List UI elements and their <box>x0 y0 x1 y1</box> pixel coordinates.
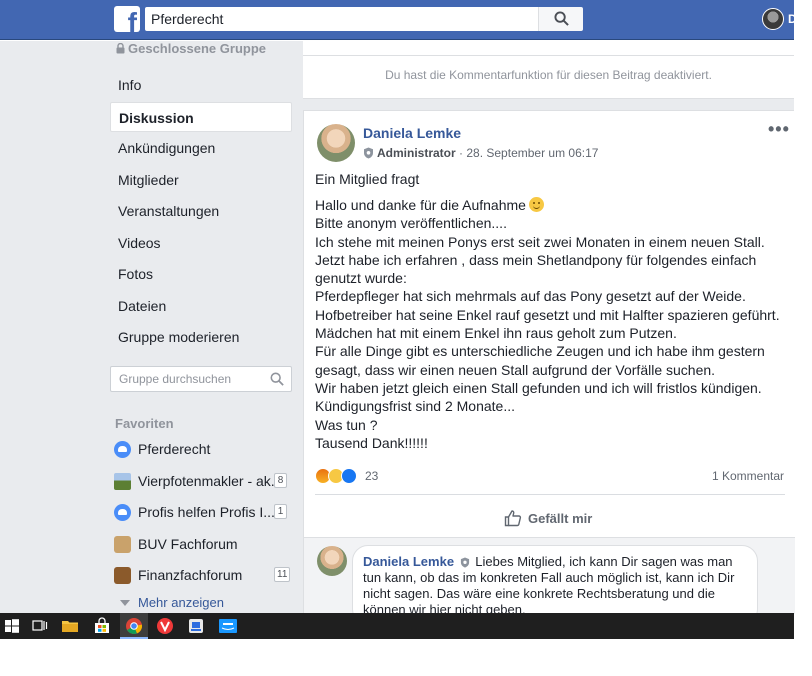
chrome-icon <box>126 618 143 634</box>
admin-shield-icon <box>364 147 373 159</box>
smiley-emoji-icon <box>528 197 544 212</box>
comment-count-link[interactable]: 1 Kommentar <box>712 469 784 483</box>
group-icon <box>114 504 131 521</box>
search-icon[interactable] <box>270 372 284 386</box>
divider <box>303 55 794 56</box>
post-timestamp[interactable]: · 28. September um 06:17 <box>459 146 598 160</box>
thumbs-up-icon <box>504 510 522 527</box>
post-card: Daniela Lemke Administrator · 28. Septem… <box>303 110 795 625</box>
prime-video-icon[interactable] <box>218 616 238 636</box>
comment-author-name[interactable]: Daniela Lemke <box>363 554 454 569</box>
post-line: Hallo und danke für die Aufnahme <box>315 196 785 214</box>
facebook-logo-icon[interactable]: f <box>114 6 140 32</box>
comments-section: Daniela Lemke Liebes Mitglied, ich kann … <box>304 537 795 625</box>
author-role: Administrator <box>377 146 456 160</box>
group-privacy-label: Geschlossene Gruppe <box>116 41 266 56</box>
chrome-taskbar-button[interactable] <box>120 613 148 639</box>
post-line: Bitte anonym veröffentlichen.... <box>315 215 507 232</box>
post-meta: Administrator · 28. September um 06:17 <box>363 146 598 160</box>
favorite-label[interactable]: Finanzfachforum <box>138 565 278 585</box>
nav-item-videos[interactable]: Videos <box>110 228 292 258</box>
microsoft-store-icon[interactable] <box>92 616 112 636</box>
post-author-name[interactable]: Daniela Lemke <box>363 125 461 141</box>
lock-icon <box>116 42 125 54</box>
post-line: Mädchen hat mit einem Enkel ihn raus geh… <box>315 325 677 342</box>
group-privacy-text: Geschlossene Gruppe <box>128 41 266 56</box>
author-avatar[interactable] <box>317 124 355 162</box>
like-label: Gefällt mir <box>528 511 593 526</box>
post-line: Jetzt habe ich erfahren , dass mein Shet… <box>315 251 757 268</box>
post-title: Ein Mitglied fragt <box>315 171 420 187</box>
post-line: Tausend Dank!!!!!! <box>315 434 428 451</box>
vivaldi-icon[interactable] <box>155 616 175 636</box>
nav-item-moderate-group[interactable]: Gruppe moderieren <box>110 322 292 352</box>
search-button[interactable] <box>538 7 583 31</box>
favorites-heading: Favoriten <box>115 416 174 431</box>
post-line: Ich stehe mit meinen Ponys erst seit zwe… <box>315 233 765 250</box>
show-more-link[interactable]: Mehr anzeigen <box>120 595 224 610</box>
app-icon[interactable] <box>186 616 206 636</box>
post-line: Wir haben jetzt gleich einen Stall gefun… <box>315 379 762 396</box>
notification-count-badge: 11 <box>274 567 291 582</box>
post-options-icon[interactable]: ••• <box>768 119 790 140</box>
landscape-icon <box>114 473 131 490</box>
group-search-placeholder: Gruppe durchsuchen <box>119 372 232 386</box>
briefcase-icon <box>114 567 131 584</box>
like-button[interactable]: Gefällt mir <box>504 509 592 527</box>
teddy-bear-icon <box>114 536 131 553</box>
post-line: Hofbetreiber hat seine Enkel rauf gesetz… <box>315 306 780 323</box>
notification-count-badge: 1 <box>274 504 287 519</box>
top-navigation-bar: f Pferderecht D <box>0 0 797 40</box>
chevron-down-icon <box>120 600 130 606</box>
like-reaction-icon <box>341 468 357 484</box>
commenter-avatar[interactable] <box>317 546 347 576</box>
post-line: Für alle Dinge gibt es unterschiedliche … <box>315 343 765 360</box>
favorite-item[interactable]: Pferderecht <box>114 439 294 459</box>
post-line: gesagt, dass wir einen neuen Stall aufgr… <box>315 361 716 378</box>
previous-post-footer: Du hast die Kommentarfunktion für diesen… <box>303 41 794 99</box>
notification-count-badge: 8 <box>274 473 287 488</box>
admin-shield-icon <box>460 557 469 568</box>
nav-item-members[interactable]: Mitglieder <box>110 165 292 195</box>
comments-disabled-notice: Du hast die Kommentarfunktion für diesen… <box>385 68 712 82</box>
favorite-label[interactable]: Pferderecht <box>138 439 278 459</box>
reaction-count[interactable]: 23 <box>365 469 378 483</box>
search-input[interactable]: Pferderecht <box>145 7 538 31</box>
nav-item-photos[interactable]: Fotos <box>110 259 292 289</box>
post-line: genutzt wurde: <box>315 270 407 287</box>
favorite-label[interactable]: Profis helfen Profis I... <box>138 502 278 522</box>
nav-item-files[interactable]: Dateien <box>110 291 292 321</box>
windows-start-icon[interactable] <box>2 616 22 636</box>
group-search-input[interactable]: Gruppe durchsuchen <box>110 366 292 392</box>
nav-item-announcements[interactable]: Ankündigungen <box>110 133 292 163</box>
nav-item-discussion[interactable]: Diskussion <box>110 102 292 132</box>
post-body: Hallo und danke für die Aufnahme Bitte a… <box>315 196 785 452</box>
user-avatar[interactable] <box>762 8 784 30</box>
favorite-item[interactable]: BUV Fachforum <box>114 534 294 554</box>
windows-taskbar <box>0 613 794 639</box>
search-icon <box>554 11 569 26</box>
nav-item-info[interactable]: Info <box>110 70 292 100</box>
left-sidebar: Geschlossene Gruppe Info Diskussion Ankü… <box>0 41 303 613</box>
divider <box>315 494 785 495</box>
post-line: Was tun ? <box>315 416 378 433</box>
favorite-label[interactable]: BUV Fachforum <box>138 534 278 554</box>
group-icon <box>114 441 131 458</box>
nav-item-events[interactable]: Veranstaltungen <box>110 196 292 226</box>
task-view-icon[interactable] <box>30 616 50 636</box>
favorite-item[interactable]: Vierpfotenmakler - ak... 8 <box>114 471 294 491</box>
user-name[interactable]: D <box>788 12 797 26</box>
favorite-label[interactable]: Vierpfotenmakler - ak... <box>138 471 278 491</box>
favorite-item[interactable]: Profis helfen Profis I... 1 <box>114 502 294 522</box>
show-more-label: Mehr anzeigen <box>138 595 224 610</box>
file-explorer-icon[interactable] <box>60 616 80 636</box>
favorite-item[interactable]: Finanzfachforum 11 <box>114 565 294 585</box>
post-line: Kündigungsfrist sind 2 Monate... <box>315 398 516 415</box>
post-line: Pferdepfleger hat sich mehrmals auf das … <box>315 288 746 305</box>
